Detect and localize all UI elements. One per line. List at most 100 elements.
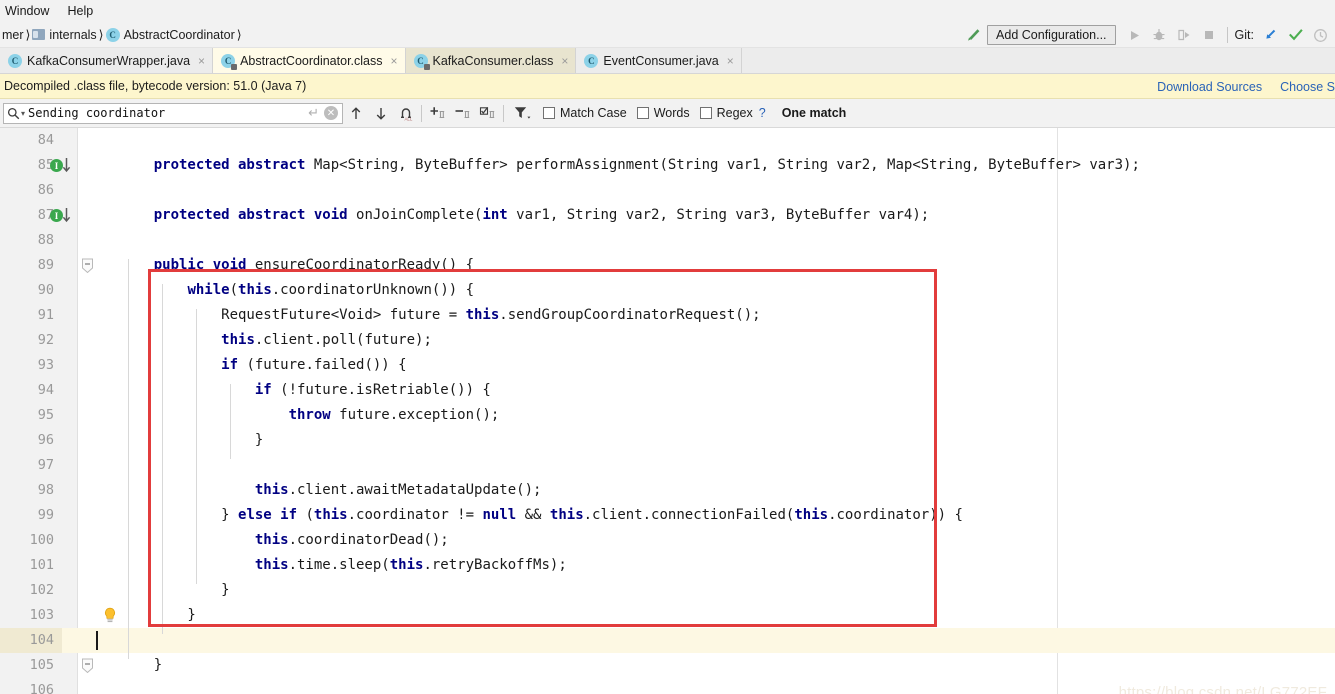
findbar-divider bbox=[421, 104, 422, 122]
words-checkbox[interactable] bbox=[636, 107, 649, 119]
svg-text:ALL: ALL bbox=[404, 116, 412, 120]
tab-kafkaconsumerwrapper-java[interactable]: C KafkaConsumerWrapper.java × bbox=[0, 48, 214, 73]
regex-checkbox[interactable] bbox=[699, 107, 712, 119]
close-icon[interactable]: × bbox=[391, 54, 398, 68]
code-line[interactable]: 93 if (future.failed()) { bbox=[0, 353, 1335, 378]
implemented-method-icon[interactable]: I bbox=[50, 206, 78, 225]
tab-eventconsumer-java[interactable]: C EventConsumer.java × bbox=[576, 48, 742, 73]
intention-bulb-icon[interactable] bbox=[102, 607, 120, 625]
menu-item-help[interactable]: Help bbox=[58, 2, 102, 20]
breadcrumb-item-module[interactable]: mer bbox=[0, 28, 26, 42]
code-line[interactable]: 90 while(this.coordinatorUnknown()) { bbox=[0, 278, 1335, 303]
code-line[interactable]: 94 if (!future.isRetriable()) { bbox=[0, 378, 1335, 403]
line-number: 98 bbox=[37, 482, 54, 498]
hammer-icon[interactable] bbox=[963, 25, 985, 45]
add-selection-icon[interactable] bbox=[425, 101, 450, 125]
search-input[interactable] bbox=[28, 104, 306, 122]
indent-guide bbox=[196, 309, 197, 584]
implemented-method-icon[interactable]: I bbox=[50, 156, 78, 175]
choose-sources-link[interactable]: Choose S bbox=[1280, 80, 1335, 94]
stop-icon[interactable] bbox=[1197, 24, 1222, 46]
run-icon[interactable] bbox=[1122, 24, 1147, 46]
clear-icon[interactable]: ✕ bbox=[324, 106, 338, 120]
menu-item-window[interactable]: Window bbox=[0, 2, 58, 20]
code-line[interactable]: 88 bbox=[0, 228, 1335, 253]
code-line[interactable]: 89 public void ensureCoordinatorReady() … bbox=[0, 253, 1335, 278]
findbar-divider bbox=[503, 104, 504, 122]
words-label: Words bbox=[653, 106, 690, 120]
code-line[interactable]: 100 this.coordinatorDead(); bbox=[0, 528, 1335, 553]
line-number: 100 bbox=[29, 532, 54, 548]
tab-label: KafkaConsumer.class bbox=[432, 53, 554, 68]
fold-toggle-icon[interactable] bbox=[81, 658, 94, 674]
run-with-coverage-icon[interactable] bbox=[1172, 24, 1197, 46]
close-icon[interactable]: × bbox=[727, 54, 734, 68]
code-line[interactable]: 85 I protected abstract Map<String, ByteB… bbox=[0, 153, 1335, 178]
regex-option[interactable]: Regex bbox=[699, 106, 753, 120]
chevron-down-icon[interactable]: ▾ bbox=[21, 109, 25, 118]
tab-abstractcoordinator-class[interactable]: C AbstractCoordinator.class × bbox=[213, 48, 406, 73]
line-number: 99 bbox=[37, 507, 54, 523]
code-line[interactable]: 84 bbox=[0, 128, 1335, 153]
enter-icon: ↵ bbox=[308, 105, 319, 120]
help-icon[interactable]: ? bbox=[759, 106, 766, 120]
code-editor[interactable]: 84 85 I protected abstract Map<String, Byt… bbox=[0, 128, 1335, 694]
breadcrumb-item-internals[interactable]: internals bbox=[30, 28, 98, 42]
code-text: this.coordinatorDead(); bbox=[254, 532, 449, 548]
line-number: 97 bbox=[37, 457, 54, 473]
find-next-button[interactable] bbox=[368, 101, 393, 125]
select-all-icon[interactable] bbox=[475, 101, 500, 125]
code-line[interactable]: 105 } bbox=[0, 653, 1335, 678]
find-previous-button[interactable] bbox=[343, 101, 368, 125]
breadcrumb-item-abstractcoordinator[interactable]: C AbstractCoordinator bbox=[104, 27, 237, 42]
debug-icon[interactable] bbox=[1147, 24, 1172, 46]
code-text: this.client.awaitMetadataUpdate(); bbox=[254, 482, 542, 498]
select-all-occurrences-icon[interactable]: ALL bbox=[393, 101, 418, 125]
line-number: 95 bbox=[37, 407, 54, 423]
code-line[interactable]: 95 throw future.exception(); bbox=[0, 403, 1335, 428]
code-line[interactable]: 103 } bbox=[0, 603, 1335, 628]
menu-item-help-label: Help bbox=[67, 3, 94, 18]
decompiled-class-icon: C bbox=[413, 53, 430, 70]
download-sources-link[interactable]: Download Sources bbox=[1157, 80, 1262, 94]
words-option[interactable]: Words bbox=[636, 106, 690, 120]
fold-toggle-icon[interactable] bbox=[81, 258, 94, 274]
banner-actions: Download Sources Choose S bbox=[1157, 74, 1335, 99]
line-number: 102 bbox=[29, 582, 54, 598]
code-line[interactable]: 104 bbox=[0, 628, 1335, 653]
code-text: } else if (this.coordinator != null && t… bbox=[120, 507, 963, 523]
code-text: while(this.coordinatorUnknown()) { bbox=[187, 282, 475, 298]
git-label: Git: bbox=[1234, 28, 1254, 42]
code-line[interactable]: 92 this.client.poll(future); bbox=[0, 328, 1335, 353]
code-line[interactable]: 91 RequestFuture<Void> future = this.sen… bbox=[0, 303, 1335, 328]
java-class-icon: C bbox=[584, 53, 599, 68]
code-text: } bbox=[120, 582, 230, 598]
close-icon[interactable]: × bbox=[198, 54, 205, 68]
tab-kafkaconsumer-class[interactable]: C KafkaConsumer.class × bbox=[405, 48, 577, 73]
line-number: 86 bbox=[37, 182, 54, 198]
code-line[interactable]: 102 } bbox=[0, 578, 1335, 603]
search-field[interactable]: ▾ ↵ ✕ bbox=[3, 102, 343, 124]
code-line[interactable]: 86 bbox=[0, 178, 1335, 203]
line-number: 88 bbox=[37, 232, 54, 248]
line-number: 84 bbox=[37, 132, 54, 148]
history-icon[interactable] bbox=[1308, 24, 1333, 46]
code-line[interactable]: 96 } bbox=[0, 428, 1335, 453]
update-project-icon[interactable] bbox=[1258, 24, 1283, 46]
code-line[interactable]: 87 I protected abstract void onJoinComple… bbox=[0, 203, 1335, 228]
commit-icon[interactable] bbox=[1283, 24, 1308, 46]
code-line[interactable]: 101 this.time.sleep(this.retryBackoffMs)… bbox=[0, 553, 1335, 578]
remove-selection-icon[interactable] bbox=[450, 101, 475, 125]
match-case-checkbox[interactable] bbox=[543, 107, 555, 119]
add-configuration-button[interactable]: Add Configuration... bbox=[987, 25, 1116, 45]
code-line[interactable]: 97 bbox=[0, 453, 1335, 478]
code-text: throw future.exception(); bbox=[288, 407, 500, 423]
close-icon[interactable]: × bbox=[561, 54, 568, 68]
code-line[interactable]: 99 } else if (this.coordinator != null &… bbox=[0, 503, 1335, 528]
match-case-option[interactable]: Match Case bbox=[543, 106, 627, 120]
java-class-icon: C bbox=[8, 53, 22, 68]
filter-icon[interactable] bbox=[507, 101, 537, 125]
code-text: protected abstract void onJoinComplete(i… bbox=[153, 207, 930, 223]
match-case-label: Match Case bbox=[560, 106, 627, 120]
code-line[interactable]: 98 this.client.awaitMetadataUpdate(); bbox=[0, 478, 1335, 503]
